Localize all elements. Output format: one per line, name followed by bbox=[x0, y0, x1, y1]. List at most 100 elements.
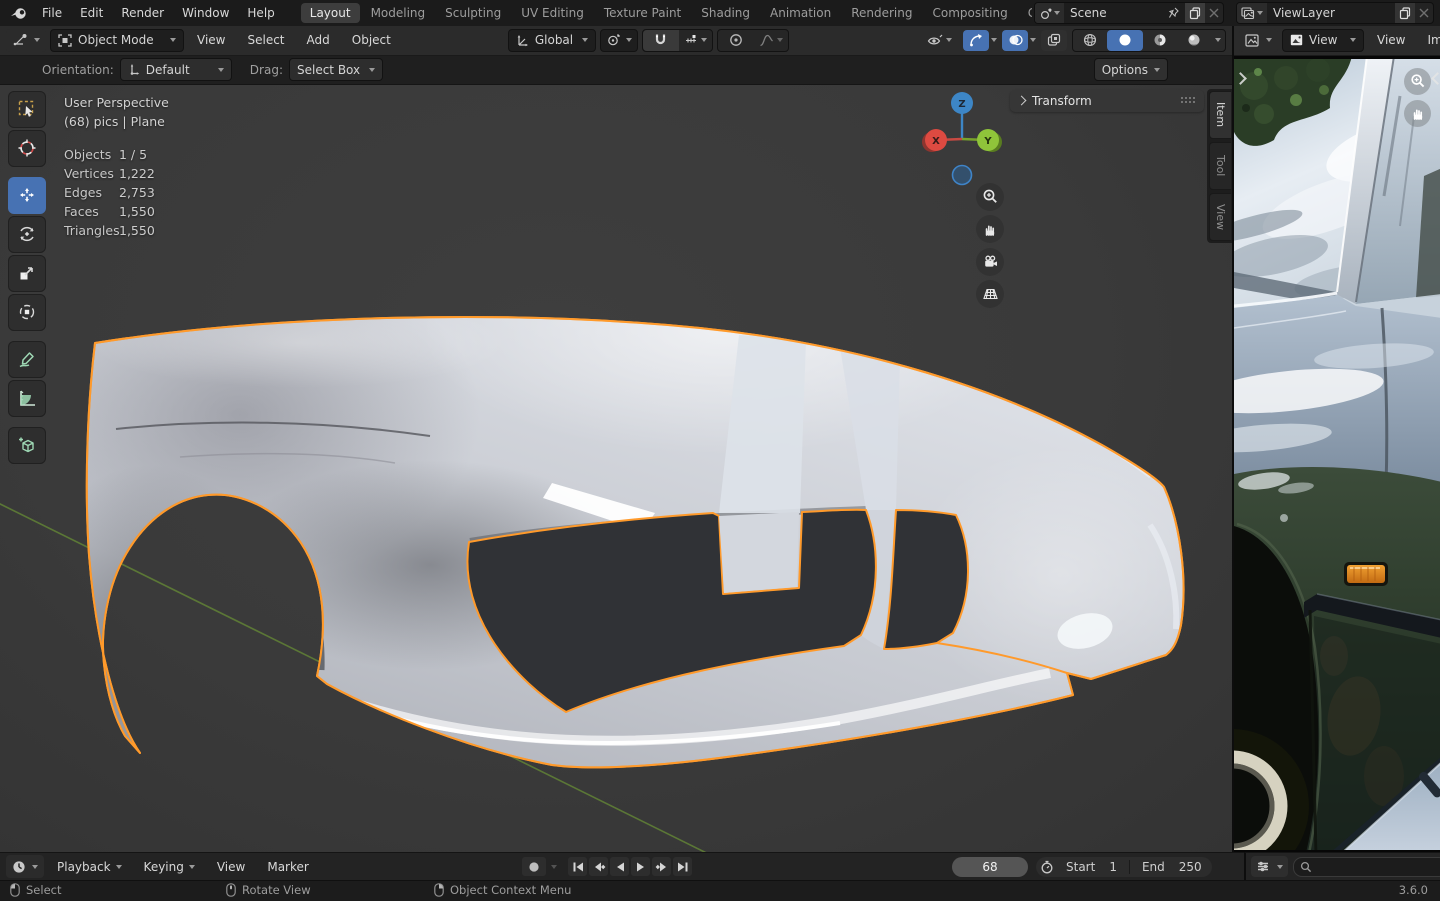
xray-toggle[interactable] bbox=[1041, 29, 1067, 51]
options-button[interactable]: Options bbox=[1093, 58, 1168, 82]
scene-browse-button[interactable] bbox=[1035, 3, 1064, 23]
menu-render[interactable]: Render bbox=[113, 3, 172, 23]
menu-window[interactable]: Window bbox=[174, 3, 237, 23]
menu-file[interactable]: File bbox=[34, 3, 70, 23]
tool-cursor[interactable] bbox=[8, 129, 46, 167]
shading-rendered-button[interactable] bbox=[1177, 30, 1211, 51]
transform-orientation-dropdown[interactable]: Global bbox=[507, 28, 596, 52]
pin-icon[interactable] bbox=[1168, 7, 1179, 19]
tool-move[interactable] bbox=[8, 176, 46, 214]
panel-title: Transform bbox=[1032, 93, 1092, 108]
transform-panel-header[interactable]: Transform bbox=[1010, 89, 1204, 112]
proportional-falloff-dropdown[interactable] bbox=[754, 30, 788, 51]
editor-type-button[interactable] bbox=[1239, 28, 1278, 52]
menu-help[interactable]: Help bbox=[239, 3, 282, 23]
current-frame-field[interactable]: 68 bbox=[952, 857, 1028, 877]
menu-marker[interactable]: Marker bbox=[258, 857, 317, 877]
workspace-tab-animation[interactable]: Animation bbox=[761, 3, 840, 23]
navigation-gizmo[interactable]: Z X Y bbox=[915, 89, 1011, 189]
shading-material-button[interactable] bbox=[1143, 30, 1177, 51]
editor-type-button[interactable] bbox=[1251, 856, 1288, 877]
reference-image-canvas[interactable] bbox=[1234, 55, 1440, 852]
new-scene-button[interactable] bbox=[1185, 3, 1205, 23]
start-frame-field[interactable]: Start 1 bbox=[1060, 860, 1123, 874]
unlink-scene-button[interactable] bbox=[1205, 8, 1223, 18]
show-overlays-toggle[interactable] bbox=[1002, 29, 1028, 51]
mode-dropdown[interactable]: Object Mode bbox=[50, 28, 184, 52]
tool-scale[interactable] bbox=[8, 254, 46, 292]
next-keyframe-button[interactable] bbox=[652, 857, 671, 876]
tool-select-box[interactable] bbox=[8, 90, 46, 128]
properties-search-input[interactable] bbox=[1293, 856, 1440, 877]
tool-annotate[interactable] bbox=[8, 340, 46, 378]
auto-keying-toggle[interactable] bbox=[522, 857, 546, 876]
image-mode-dropdown[interactable]: View bbox=[1282, 28, 1364, 52]
blender-logo-icon[interactable] bbox=[6, 5, 32, 21]
shading-dropdown[interactable] bbox=[1211, 30, 1225, 51]
menu-keying[interactable]: Keying bbox=[135, 857, 204, 877]
menu-edit[interactable]: Edit bbox=[72, 3, 111, 23]
menu-select[interactable]: Select bbox=[238, 30, 293, 50]
workspace-tab-layout[interactable]: Layout bbox=[300, 3, 360, 23]
editor-type-button[interactable] bbox=[6, 855, 44, 878]
sidebar-tab-item[interactable]: Item bbox=[1209, 90, 1231, 139]
pan-view-button[interactable] bbox=[976, 214, 1004, 243]
selected-object-car-hood[interactable] bbox=[0, 205, 1210, 825]
play-reverse-button[interactable] bbox=[610, 857, 629, 876]
jump-to-start-button[interactable] bbox=[568, 857, 587, 876]
menu-view[interactable]: View bbox=[1368, 30, 1414, 50]
viewlayer-name-field[interactable]: ViewLayer bbox=[1267, 3, 1395, 23]
menu-view[interactable]: View bbox=[208, 857, 254, 877]
show-gizmo-toggle[interactable] bbox=[963, 29, 989, 51]
perspective-toggle-button[interactable] bbox=[976, 279, 1004, 308]
new-viewlayer-button[interactable] bbox=[1395, 3, 1415, 23]
zoom-view-button[interactable] bbox=[976, 182, 1004, 211]
workspace-tab-shading[interactable]: Shading bbox=[692, 3, 759, 23]
drag-dropdown[interactable]: Select Box bbox=[288, 58, 383, 82]
workspace-tab-geometry-nodes[interactable]: Geometry Nodes bbox=[1019, 3, 1032, 23]
use-preview-range-button[interactable] bbox=[1040, 860, 1054, 874]
sidebar-tab-view[interactable]: View bbox=[1209, 192, 1231, 241]
viewport-canvas[interactable]: User Perspective (68) pics | Plane Objec… bbox=[0, 84, 1232, 852]
viewlayer-browse-button[interactable] bbox=[1237, 3, 1267, 23]
editor-type-button[interactable] bbox=[6, 28, 46, 52]
snap-settings-dropdown[interactable] bbox=[679, 30, 712, 51]
scene-name-field[interactable]: Scene bbox=[1064, 3, 1185, 23]
chevron-down-icon[interactable] bbox=[551, 864, 557, 869]
zoom-image-button[interactable] bbox=[1404, 67, 1431, 95]
pan-image-button[interactable] bbox=[1404, 99, 1431, 127]
workspace-tab-texture-paint[interactable]: Texture Paint bbox=[595, 3, 690, 23]
menu-object[interactable]: Object bbox=[343, 30, 400, 50]
menu-playback[interactable]: Playback bbox=[48, 857, 131, 877]
previous-keyframe-button[interactable] bbox=[589, 857, 608, 876]
menu-add[interactable]: Add bbox=[298, 30, 339, 50]
tool-rotate[interactable] bbox=[8, 215, 46, 253]
camera-view-button[interactable] bbox=[976, 247, 1004, 276]
show-object-types-dropdown[interactable] bbox=[922, 30, 957, 51]
snap-toggle[interactable] bbox=[642, 29, 679, 51]
tool-transform[interactable] bbox=[8, 293, 46, 331]
workspace-tab-compositing[interactable]: Compositing bbox=[923, 3, 1016, 23]
chevron-down-icon[interactable] bbox=[991, 38, 997, 43]
workspace-tab-modeling[interactable]: Modeling bbox=[362, 3, 435, 23]
shading-wireframe-button[interactable] bbox=[1073, 30, 1107, 51]
tool-add-cube[interactable] bbox=[8, 426, 46, 464]
workspace-tab-uv-editing[interactable]: UV Editing bbox=[512, 3, 593, 23]
gizmo-negative-z-axis[interactable] bbox=[951, 164, 973, 186]
tool-measure[interactable] bbox=[8, 379, 46, 417]
workspace-tab-rendering[interactable]: Rendering bbox=[842, 3, 921, 23]
orientation-dropdown[interactable]: Default bbox=[119, 58, 232, 82]
menu-image[interactable]: Image bbox=[1418, 30, 1440, 50]
sidebar-tab-tool[interactable]: Tool bbox=[1209, 141, 1231, 190]
proportional-editing-toggle[interactable] bbox=[718, 30, 754, 51]
pivot-point-dropdown[interactable] bbox=[599, 28, 638, 52]
chevron-down-icon[interactable] bbox=[1030, 38, 1036, 43]
play-button[interactable] bbox=[631, 857, 650, 876]
menu-view[interactable]: View bbox=[188, 30, 234, 50]
end-frame-field[interactable]: End 250 bbox=[1136, 860, 1208, 874]
jump-to-end-button[interactable] bbox=[673, 857, 692, 876]
remove-viewlayer-button[interactable] bbox=[1415, 8, 1433, 18]
shading-solid-button[interactable] bbox=[1107, 29, 1143, 51]
workspace-tab-sculpting[interactable]: Sculpting bbox=[436, 3, 510, 23]
panel-grip-icon[interactable] bbox=[1180, 96, 1196, 106]
